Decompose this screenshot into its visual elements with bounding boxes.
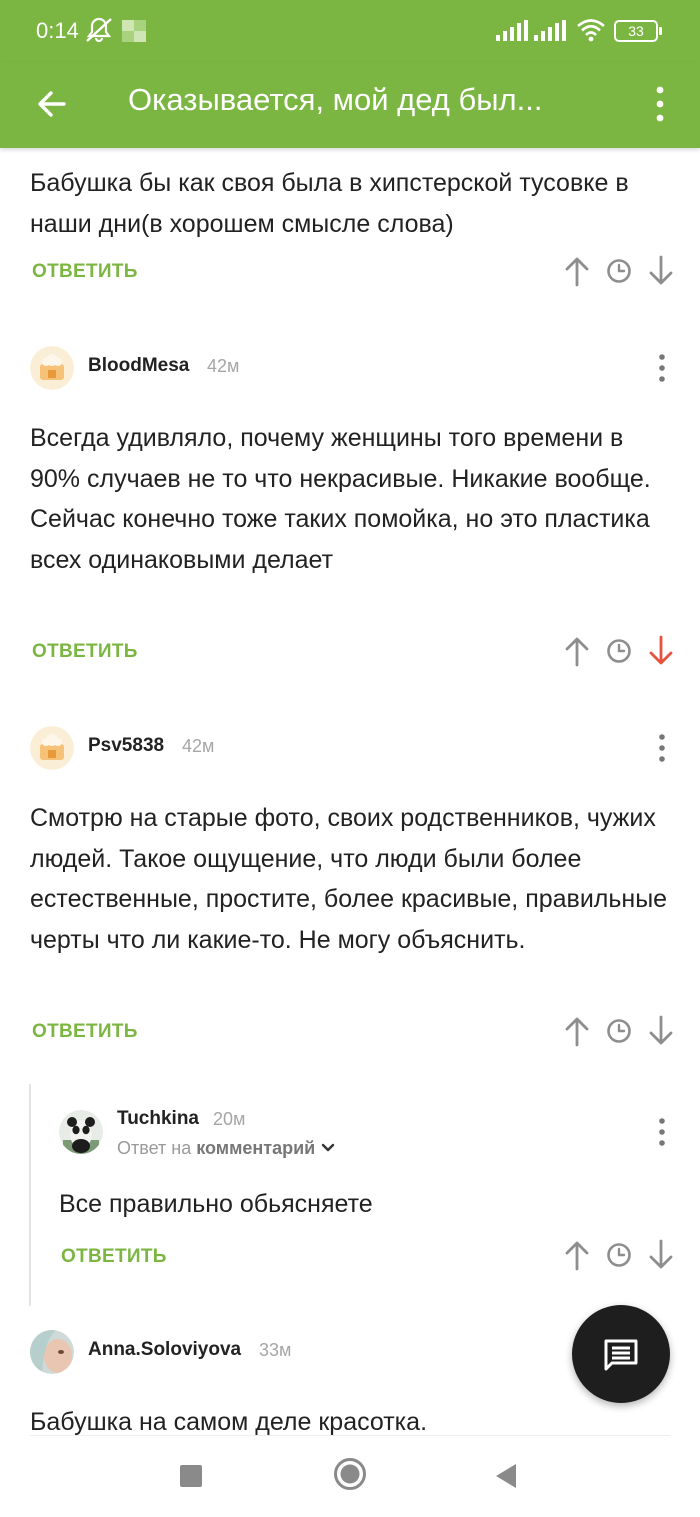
more-vertical-icon[interactable] xyxy=(652,731,672,765)
reply-button[interactable]: ОТВЕТИТЬ xyxy=(32,641,138,663)
battery-icon: 33 xyxy=(614,20,662,42)
clock-icon[interactable] xyxy=(602,254,636,288)
downvote-icon[interactable] xyxy=(644,254,678,288)
downvote-icon-active[interactable] xyxy=(644,634,678,668)
comment-text: Все правильно обьясняете xyxy=(59,1190,373,1218)
signal-icon xyxy=(534,20,566,47)
system-nav-bar xyxy=(0,1435,700,1517)
comment-header: BloodMesa 42м xyxy=(30,346,680,392)
comment-author[interactable]: BloodMesa xyxy=(88,355,189,377)
wifi-icon xyxy=(576,18,606,47)
upvote-icon[interactable] xyxy=(560,634,594,668)
comment: Psv5838 42м Смотрю на старые фото, своих… xyxy=(0,724,700,1074)
comment-actions xyxy=(560,254,680,288)
app-bar: Оказывается, мой дед был... xyxy=(0,62,700,148)
avatar[interactable] xyxy=(59,1110,103,1154)
more-vertical-icon[interactable] xyxy=(645,82,675,126)
reply-reference[interactable]: Ответ на комментарий xyxy=(117,1138,336,1159)
reply-button[interactable]: ОТВЕТИТЬ xyxy=(61,1246,167,1268)
upvote-icon[interactable] xyxy=(560,254,594,288)
arrow-left-icon[interactable] xyxy=(32,84,72,124)
chevron-down-icon[interactable] xyxy=(320,1138,336,1158)
add-comment-button[interactable] xyxy=(572,1305,670,1403)
comment-text: Смотрю на старые фото, своих родственник… xyxy=(30,804,668,954)
downvote-icon[interactable] xyxy=(644,1014,678,1048)
mute-icon xyxy=(84,16,114,49)
more-vertical-icon[interactable] xyxy=(652,351,672,385)
back-triangle-icon[interactable] xyxy=(494,1463,518,1494)
avatar[interactable] xyxy=(30,726,74,770)
comment-text: Всегда удивляло, почему женщины того вре… xyxy=(30,424,651,574)
comment-time: 42м xyxy=(182,736,215,756)
upvote-icon[interactable] xyxy=(560,1238,594,1272)
home-circle-icon[interactable] xyxy=(333,1457,367,1496)
signal-icon xyxy=(496,20,528,47)
status-bar: 0:14 33 xyxy=(0,0,700,62)
comment-time: 20м xyxy=(213,1109,246,1129)
comments-list[interactable]: Бабушка бы как своя была в хипстерской т… xyxy=(0,148,700,1435)
comment-actions xyxy=(560,1014,680,1048)
upvote-icon[interactable] xyxy=(560,1014,594,1048)
comment-time: 33м xyxy=(259,1340,292,1360)
comment-author[interactable]: Psv5838 xyxy=(88,735,164,757)
avatar[interactable] xyxy=(30,346,74,390)
reply-button[interactable]: ОТВЕТИТЬ xyxy=(32,1021,138,1043)
divider xyxy=(30,1435,670,1436)
app-notification-icon xyxy=(122,20,146,42)
clock-icon[interactable] xyxy=(602,1014,636,1048)
recents-square-icon[interactable] xyxy=(180,1465,202,1492)
comment-actions xyxy=(560,634,680,668)
downvote-icon[interactable] xyxy=(644,1238,678,1272)
avatar[interactable] xyxy=(30,1330,74,1374)
comment-actions xyxy=(560,1238,680,1272)
status-time: 0:14 xyxy=(36,18,79,43)
comment-text: Бабушка бы как своя была в хипстерской т… xyxy=(30,169,629,238)
comment-reply: Tuchkina 20м Ответ на комментарий Все пр… xyxy=(0,1104,700,1284)
reply-target[interactable]: комментарий xyxy=(196,1138,315,1158)
comment-author[interactable]: Tuchkina xyxy=(117,1108,199,1130)
reply-button[interactable]: ОТВЕТИТЬ xyxy=(32,261,138,283)
comment-author[interactable]: Anna.Soloviyova xyxy=(88,1339,241,1361)
comment: BloodMesa 42м Всегда удивляло, почему же… xyxy=(0,344,700,694)
comment-text: Бабушка на самом деле красотка. xyxy=(30,1408,428,1435)
comment-time: 42м xyxy=(207,356,240,376)
reply-prefix: Ответ на xyxy=(117,1138,192,1158)
clock-icon[interactable] xyxy=(602,634,636,668)
comment-header: Anna.Soloviyova 33м xyxy=(30,1330,590,1376)
comment-header: Psv5838 42м xyxy=(30,726,680,772)
more-vertical-icon[interactable] xyxy=(652,1115,672,1149)
clock-icon[interactable] xyxy=(602,1238,636,1272)
page-title: Оказывается, мой дед был... xyxy=(128,82,543,117)
comment: Бабушка бы как своя была в хипстерской т… xyxy=(0,148,700,318)
